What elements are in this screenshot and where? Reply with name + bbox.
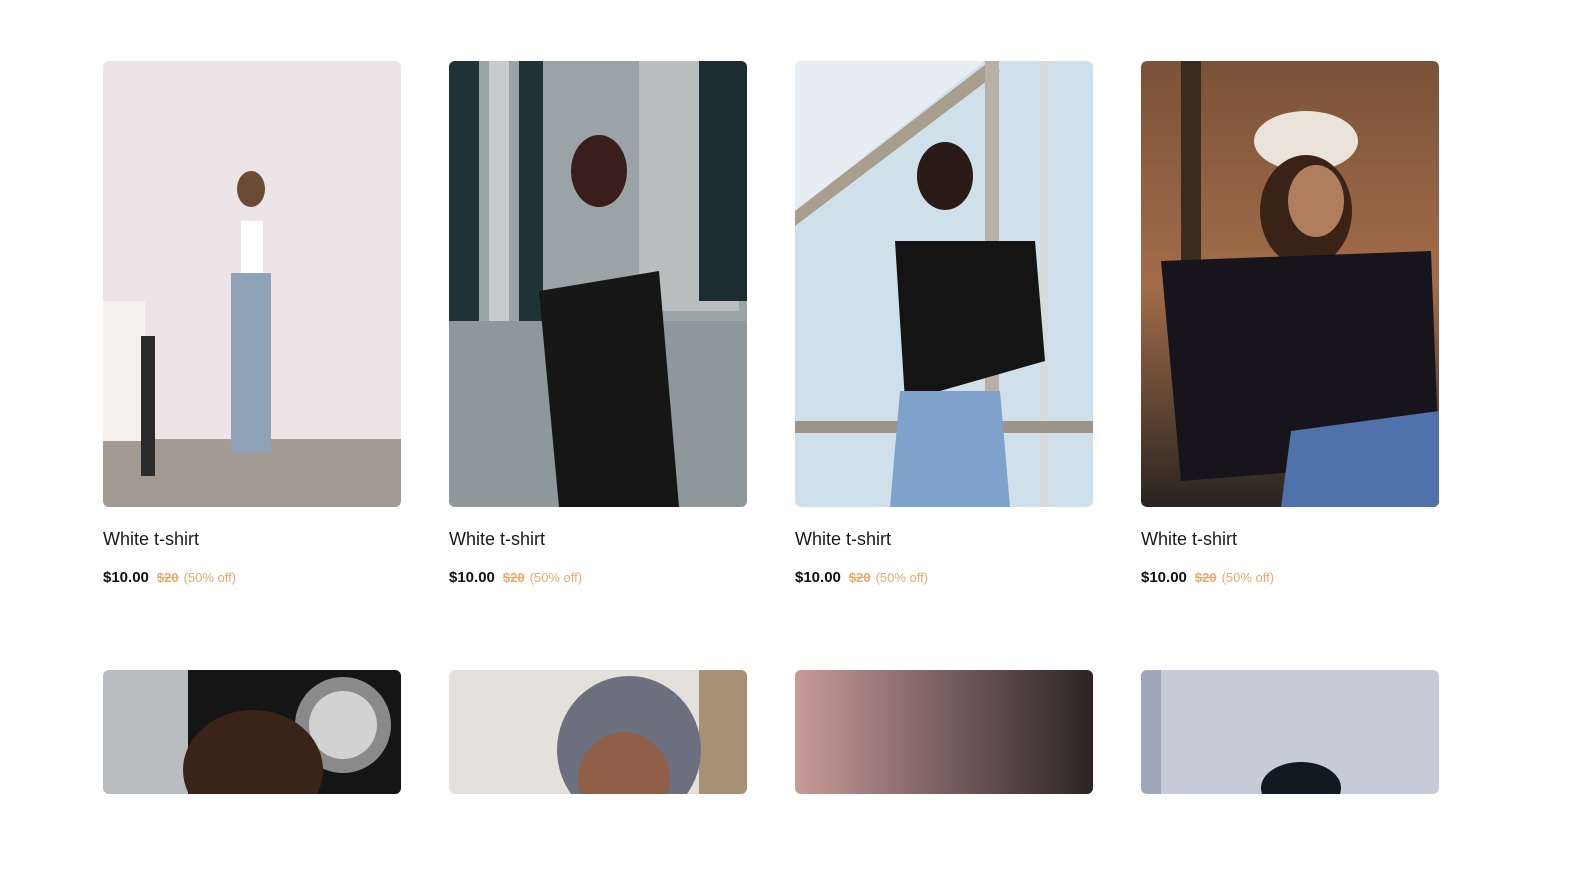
original-price: $20 xyxy=(156,570,179,585)
original-price: $20 xyxy=(1194,570,1217,585)
product-image[interactable] xyxy=(103,670,401,794)
discount-label: (50% off) xyxy=(529,570,583,585)
product-image[interactable] xyxy=(103,61,401,507)
product-card[interactable]: White t-shirt $10.00 $20 (50% off) xyxy=(449,61,747,670)
price-line: $10.00 $20 (50% off) xyxy=(449,568,747,588)
price-line: $10.00 $20 (50% off) xyxy=(795,568,1093,588)
product-title[interactable]: White t-shirt xyxy=(103,527,401,551)
discount-label: (50% off) xyxy=(183,570,237,585)
product-image[interactable] xyxy=(449,670,747,794)
price-line: $10.00 $20 (50% off) xyxy=(103,568,401,588)
product-title[interactable]: White t-shirt xyxy=(795,527,1093,551)
product-card[interactable] xyxy=(103,670,401,870)
original-price: $20 xyxy=(848,570,871,585)
product-title[interactable]: White t-shirt xyxy=(449,527,747,551)
product-price: $10.00 xyxy=(795,569,841,586)
product-card[interactable]: White t-shirt $10.00 $20 (50% off) xyxy=(1141,61,1439,670)
product-price: $10.00 xyxy=(449,569,495,586)
product-title[interactable]: White t-shirt xyxy=(1141,527,1439,551)
product-card[interactable] xyxy=(795,670,1093,870)
product-grid: White t-shirt $10.00 $20 (50% off) White… xyxy=(103,61,1439,870)
product-price: $10.00 xyxy=(103,569,149,586)
product-price: $10.00 xyxy=(1141,569,1187,586)
product-card[interactable]: White t-shirt $10.00 $20 (50% off) xyxy=(103,61,401,670)
price-line: $10.00 $20 (50% off) xyxy=(1141,568,1439,588)
original-price: $20 xyxy=(502,570,525,585)
discount-label: (50% off) xyxy=(1221,570,1275,585)
product-card[interactable] xyxy=(1141,670,1439,870)
product-image[interactable] xyxy=(795,61,1093,507)
product-card[interactable] xyxy=(449,670,747,870)
product-image[interactable] xyxy=(1141,670,1439,794)
discount-label: (50% off) xyxy=(875,570,929,585)
product-image[interactable] xyxy=(795,670,1093,794)
product-card[interactable]: White t-shirt $10.00 $20 (50% off) xyxy=(795,61,1093,670)
product-image[interactable] xyxy=(1141,61,1439,507)
product-image[interactable] xyxy=(449,61,747,507)
